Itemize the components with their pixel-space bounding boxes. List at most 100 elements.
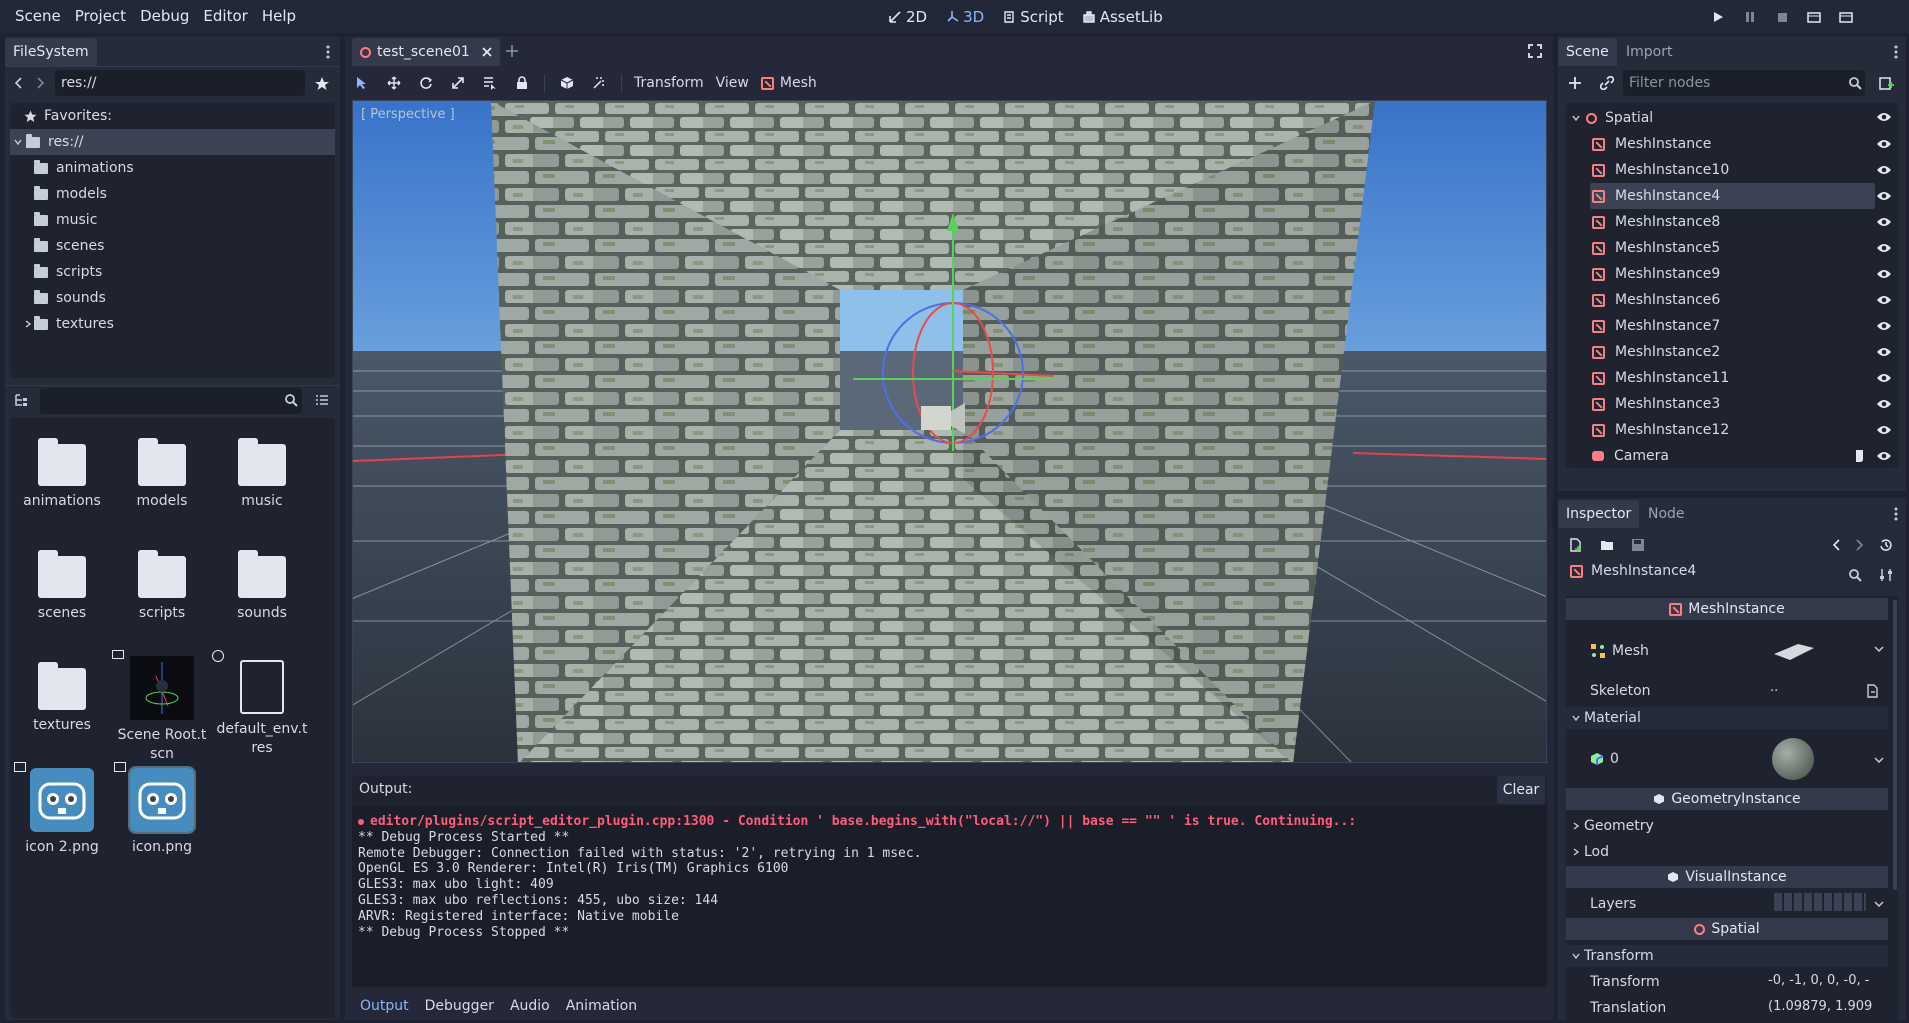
layers-grid[interactable] — [1774, 893, 1866, 911]
mesh-menu[interactable]: Mesh — [760, 75, 817, 91]
tree-item[interactable]: scenes — [10, 233, 335, 259]
tree-item[interactable]: textures — [10, 311, 335, 337]
file-grid-item[interactable]: models — [116, 432, 208, 511]
scale-tool-icon[interactable] — [448, 76, 468, 90]
transform-value[interactable]: -0, -1, 0, 0, -0, - — [1768, 973, 1869, 988]
clear-button[interactable]: Clear — [1497, 776, 1545, 804]
file-grid-item[interactable]: sounds — [216, 544, 308, 623]
move-tool-icon[interactable] — [384, 76, 404, 90]
workspace-script-button[interactable]: Script — [996, 0, 1070, 33]
scene-node[interactable]: MeshInstance9 — [1590, 261, 1875, 287]
tab-node[interactable]: Node — [1640, 500, 1693, 528]
dock-menu-icon[interactable] — [1893, 44, 1899, 60]
new-resource-icon[interactable] — [1569, 538, 1583, 552]
tab-scene[interactable]: Scene — [1558, 38, 1617, 66]
history-forward-icon[interactable] — [1855, 538, 1865, 552]
visibility-eye-icon[interactable] — [1876, 372, 1892, 384]
tab-import[interactable]: Import — [1618, 38, 1680, 66]
visibility-eye-icon[interactable] — [1876, 424, 1892, 436]
visibility-eye-icon[interactable] — [1876, 164, 1892, 176]
file-grid-item[interactable]: Scene Root.tscn — [116, 656, 208, 764]
distraction-free-icon[interactable] — [1528, 44, 1542, 58]
menu-editor[interactable]: Editor — [196, 0, 254, 33]
lock-icon[interactable] — [512, 76, 532, 90]
visibility-eye-icon[interactable] — [1876, 138, 1892, 150]
scene-node[interactable]: MeshInstance6 — [1590, 287, 1875, 313]
snap-icon[interactable] — [589, 76, 609, 90]
play-icon[interactable] — [1710, 9, 1726, 25]
visibility-eye-icon[interactable] — [1876, 216, 1892, 228]
bottom-tab-animation[interactable]: Animation — [558, 994, 645, 1018]
scene-node[interactable]: MeshInstance3 — [1590, 391, 1875, 417]
file-grid-item[interactable]: scenes — [16, 544, 108, 623]
tree-item[interactable]: sounds — [10, 285, 335, 311]
tree-item[interactable]: scripts — [10, 259, 335, 285]
skeleton-value[interactable]: .. — [1770, 680, 1778, 695]
pause-icon[interactable] — [1742, 9, 1758, 25]
visibility-eye-icon[interactable] — [1876, 398, 1892, 410]
script-attached-icon[interactable] — [1854, 449, 1866, 463]
file-grid-item[interactable]: default_env.tres — [216, 656, 308, 758]
split-mode-icon[interactable] — [14, 393, 28, 407]
file-grid-item[interactable]: icon 2.png — [16, 768, 108, 857]
local-space-icon[interactable] — [557, 76, 577, 90]
stop-icon[interactable] — [1774, 9, 1790, 25]
group-lod[interactable]: Lod — [1566, 841, 1888, 863]
viewport-perspective-label[interactable]: [ Perspective ] — [361, 107, 455, 122]
scene-node[interactable]: MeshInstance4 — [1590, 183, 1875, 209]
tree-item[interactable]: models — [10, 181, 335, 207]
instance-scene-icon[interactable] — [1600, 76, 1614, 90]
search-icon[interactable] — [1848, 568, 1862, 582]
menu-scene[interactable]: Scene — [8, 0, 68, 33]
assign-node-icon[interactable] — [1866, 684, 1880, 698]
list-view-icon[interactable] — [315, 393, 329, 407]
path-input[interactable]: res:// — [55, 70, 305, 96]
object-properties-icon[interactable] — [1879, 568, 1893, 582]
tab-filesystem[interactable]: FileSystem — [5, 38, 97, 66]
visibility-eye-icon[interactable] — [1876, 242, 1892, 254]
scene-root-node[interactable]: Spatial — [1566, 105, 1898, 131]
view-menu[interactable]: View — [716, 75, 749, 91]
visibility-eye-icon[interactable] — [1876, 268, 1892, 280]
mesh-preview[interactable] — [1768, 636, 1820, 666]
group-geometry[interactable]: Geometry — [1566, 815, 1888, 837]
tree-item[interactable]: music — [10, 207, 335, 233]
file-grid-item[interactable]: scripts — [116, 544, 208, 623]
file-grid-item[interactable]: music — [216, 432, 308, 511]
scene-node[interactable]: MeshInstance — [1590, 131, 1875, 157]
close-icon[interactable] — [482, 47, 492, 57]
scene-node[interactable]: MeshInstance2 — [1590, 339, 1875, 365]
list-select-icon[interactable] — [480, 76, 500, 90]
tree-root-row[interactable]: res:// — [10, 129, 335, 155]
filter-nodes-input[interactable]: Filter nodes — [1623, 70, 1865, 96]
chevron-down-icon[interactable] — [1874, 756, 1884, 764]
menu-debug[interactable]: Debug — [133, 0, 196, 33]
tree-item[interactable]: animations — [10, 155, 335, 181]
bottom-tab-debugger[interactable]: Debugger — [417, 994, 502, 1018]
scene-node[interactable]: MeshInstance12 — [1590, 417, 1875, 443]
inspector-scrollbar[interactable] — [1893, 600, 1897, 890]
workspace-3d-button[interactable]: 3D — [939, 0, 990, 33]
open-folder-icon[interactable] — [1600, 538, 1614, 552]
attach-script-icon[interactable] — [1879, 76, 1895, 90]
file-grid-item[interactable]: animations — [16, 432, 108, 511]
rotate-tool-icon[interactable] — [416, 76, 436, 90]
save-icon[interactable] — [1631, 538, 1645, 552]
scene-node[interactable]: MeshInstance5 — [1590, 235, 1875, 261]
visibility-eye-icon[interactable] — [1876, 450, 1892, 462]
select-tool-icon[interactable] — [352, 76, 372, 90]
history-back-icon[interactable] — [1831, 538, 1841, 552]
visibility-eye-icon[interactable] — [1876, 320, 1892, 332]
bottom-tab-audio[interactable]: Audio — [502, 994, 558, 1018]
group-transform[interactable]: Transform — [1566, 945, 1888, 967]
forward-icon[interactable] — [36, 76, 46, 90]
favorites-row[interactable]: Favorites: — [10, 103, 335, 129]
favorite-star-icon[interactable] — [314, 76, 330, 92]
file-grid-item[interactable]: textures — [16, 656, 108, 735]
transform-menu[interactable]: Transform — [634, 75, 704, 91]
chevron-down-icon[interactable] — [1874, 645, 1884, 653]
visibility-eye-icon[interactable] — [1876, 346, 1892, 358]
inspector-object-row[interactable]: MeshInstance4 — [1570, 563, 1696, 579]
file-grid-item[interactable]: icon.png — [116, 766, 208, 857]
visibility-eye-icon[interactable] — [1876, 190, 1892, 202]
